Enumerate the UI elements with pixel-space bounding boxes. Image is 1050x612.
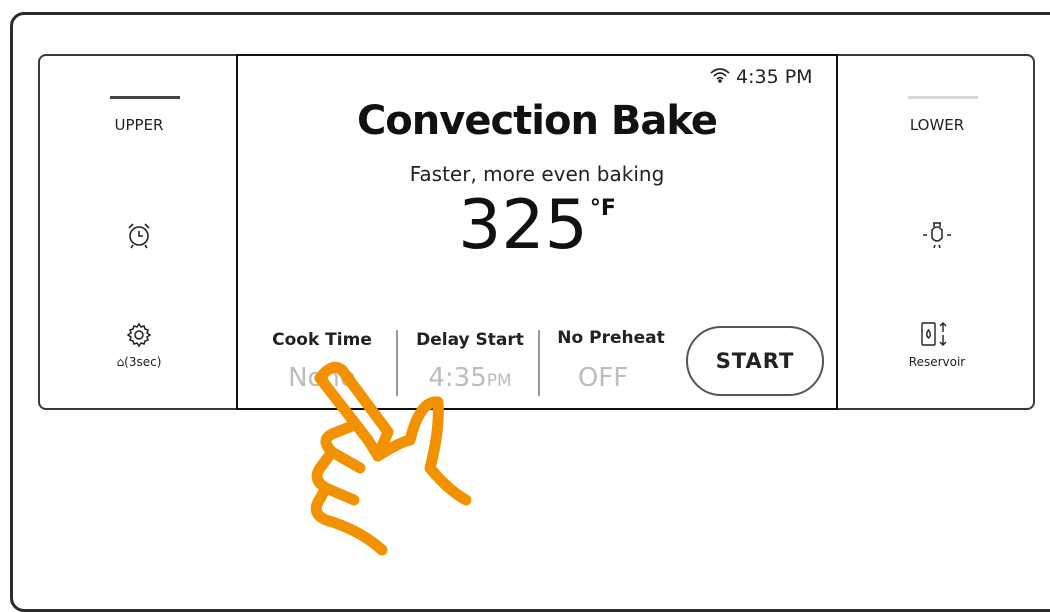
temperature-display[interactable]: 325°F: [236, 192, 838, 260]
alarm-clock-icon[interactable]: [124, 220, 154, 254]
mode-subtitle: Faster, more even baking: [409, 162, 665, 186]
lock-hold-label: ⌂(3sec): [116, 355, 162, 369]
tap-hand-icon: [310, 361, 472, 556]
upper-active-bar: [110, 96, 180, 99]
no-preheat-value[interactable]: OFF: [540, 363, 666, 393]
gear-icon[interactable]: [126, 322, 152, 352]
no-preheat-label[interactable]: No Preheat: [548, 328, 674, 348]
cook-time-label[interactable]: Cook Time: [262, 330, 382, 350]
wifi-icon: [710, 66, 730, 88]
temperature-unit: °F: [589, 196, 616, 221]
temperature-value: 325: [458, 186, 588, 265]
clock-time: 4:35 PM: [736, 66, 813, 88]
lower-oven-panel[interactable]: LOWER Reservoir: [838, 54, 1036, 410]
upper-oven-panel[interactable]: UPPER ⌂(3sec): [40, 54, 238, 410]
status-bar: 4:35 PM: [710, 66, 813, 88]
reservoir-label: Reservoir: [908, 355, 966, 369]
lower-oven-label[interactable]: LOWER: [838, 116, 1036, 134]
oven-light-icon[interactable]: [920, 218, 954, 256]
mode-title: Convection Bake: [356, 98, 718, 144]
start-button[interactable]: START: [686, 326, 824, 396]
delay-start-label[interactable]: Delay Start: [408, 330, 532, 350]
upper-oven-label[interactable]: UPPER: [40, 116, 238, 134]
lower-inactive-bar: [908, 96, 978, 99]
reservoir-icon[interactable]: [919, 320, 955, 354]
